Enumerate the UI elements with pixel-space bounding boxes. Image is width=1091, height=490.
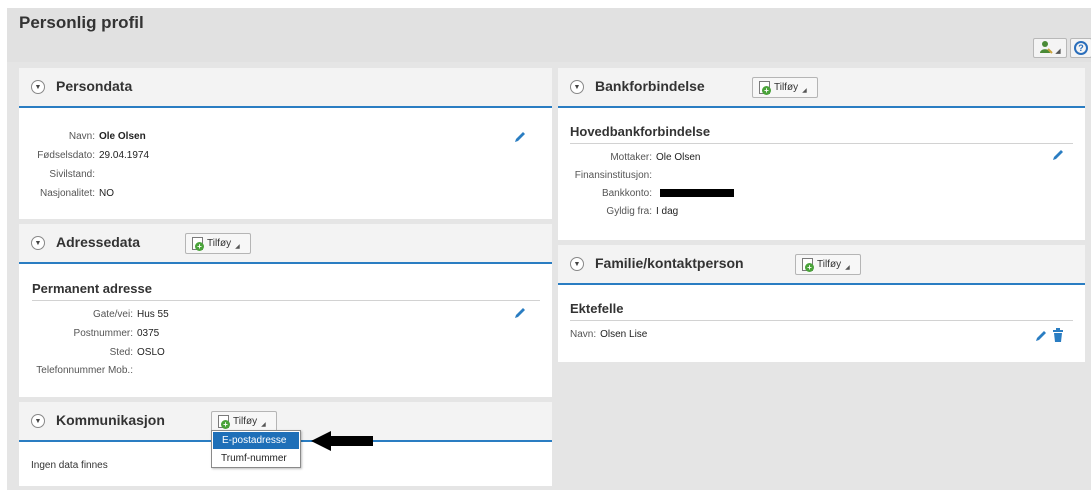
edit-pencil-icon[interactable] <box>513 130 527 144</box>
collapse-toggle-icon[interactable]: ▼ <box>570 80 584 94</box>
add-dropdown-menu: E-postadresse Trumf-nummer <box>211 430 301 468</box>
add-document-icon: + <box>759 81 771 95</box>
familie-panel: ▼ Familie/kontaktperson + Tilføy ◢ Ektef… <box>558 245 1085 362</box>
delete-trash-icon[interactable] <box>1052 328 1064 342</box>
familie-add-button[interactable]: + Tilføy ◢ <box>795 254 861 275</box>
redacted-account <box>660 189 734 198</box>
persondata-title: Persondata <box>56 78 133 94</box>
bank-row-valid-from: Gyldig fra: I dag <box>606 206 679 217</box>
familie-title: Familie/kontaktperson <box>595 255 744 271</box>
bank-row-recipient: Mottaker: Ole Olsen <box>610 152 701 163</box>
bankforbindelse-subsection-title: Hovedbankforbindelse <box>570 124 711 139</box>
page-title: Personlig profil <box>19 13 144 32</box>
bankforbindelse-add-button[interactable]: + Tilføy ◢ <box>752 77 818 98</box>
collapse-toggle-icon[interactable]: ▼ <box>31 236 45 250</box>
pointer-arrow-icon <box>311 431 373 451</box>
menu-item-email[interactable]: E-postadresse <box>213 432 299 449</box>
adressedata-header: ▼ Adressedata + Tilføy ◢ <box>19 224 552 264</box>
collapse-toggle-icon[interactable]: ▼ <box>31 80 45 94</box>
add-document-icon: + <box>802 258 814 272</box>
chevron-down-icon: ◢ <box>261 422 266 428</box>
page-header: Personlig profil ◢ ? <box>7 8 1091 62</box>
address-row-postal: Postnummer: 0375 <box>73 328 160 339</box>
persondata-header: ▼ Persondata <box>19 68 552 108</box>
add-document-icon: + <box>218 415 230 429</box>
divider <box>32 300 540 301</box>
menu-item-trumf[interactable]: Trumf-nummer <box>212 450 300 467</box>
divider <box>570 143 1073 144</box>
kommunikasjon-title: Kommunikasjon <box>56 412 165 428</box>
familie-header: ▼ Familie/kontaktperson + Tilføy ◢ <box>558 245 1085 285</box>
bank-row-account: Bankkonto: <box>558 188 734 199</box>
address-row-mobile: Telefonnummer Mob.: <box>36 365 133 376</box>
familie-subsection-title: Ektefelle <box>570 301 624 316</box>
adressedata-add-button[interactable]: + Tilføy ◢ <box>185 233 251 254</box>
person-settings-button[interactable]: ◢ <box>1033 38 1067 58</box>
edit-pencil-icon[interactable] <box>1051 148 1065 162</box>
adressedata-panel: ▼ Adressedata + Tilføy ◢ Permanent adres… <box>19 224 552 397</box>
chevron-down-icon: ◢ <box>845 265 850 271</box>
help-icon: ? <box>1074 41 1088 55</box>
persondata-row-nationality: Nasjonalitet: NO <box>39 188 114 199</box>
adressedata-title: Adressedata <box>56 234 141 250</box>
add-document-icon: + <box>192 237 204 251</box>
persondata-panel: ▼ Persondata Navn: Ole Olsen Fødselsdato:… <box>19 68 552 219</box>
edit-pencil-icon[interactable] <box>513 306 527 320</box>
bankforbindelse-title: Bankforbindelse <box>595 78 705 94</box>
chevron-down-icon: ◢ <box>235 244 240 250</box>
bank-row-institution: Finansinstitusjon: <box>574 170 652 181</box>
persondata-row-civil-status: Sivilstand: <box>49 169 95 180</box>
help-button[interactable]: ? <box>1070 38 1091 58</box>
kommunikasjon-empty-text: Ingen data finnes <box>31 460 108 471</box>
adressedata-subsection-title: Permanent adresse <box>32 281 152 296</box>
persondata-row-birthdate: Fødselsdato: 29.04.1974 <box>37 150 150 161</box>
kommunikasjon-add-button[interactable]: + Tilføy ◢ <box>211 411 277 432</box>
divider <box>570 320 1073 321</box>
address-row-street: Gate/vei: Hus 55 <box>92 309 169 320</box>
bankforbindelse-header: ▼ Bankforbindelse + Tilføy ◢ <box>558 68 1085 108</box>
persondata-row-name: Navn: Ole Olsen <box>68 131 146 142</box>
address-row-city: Sted: OSLO <box>109 347 165 358</box>
bankforbindelse-panel: ▼ Bankforbindelse + Tilføy ◢ Hovedbankfo… <box>558 68 1085 240</box>
collapse-toggle-icon[interactable]: ▼ <box>31 414 45 428</box>
chevron-down-icon: ◢ <box>1055 48 1061 55</box>
familie-row-name: Navn: Olsen Lise <box>570 329 648 340</box>
chevron-down-icon: ◢ <box>802 88 807 94</box>
collapse-toggle-icon[interactable]: ▼ <box>570 257 584 271</box>
edit-pencil-icon[interactable] <box>1034 329 1048 343</box>
person-settings-icon <box>1039 40 1054 57</box>
